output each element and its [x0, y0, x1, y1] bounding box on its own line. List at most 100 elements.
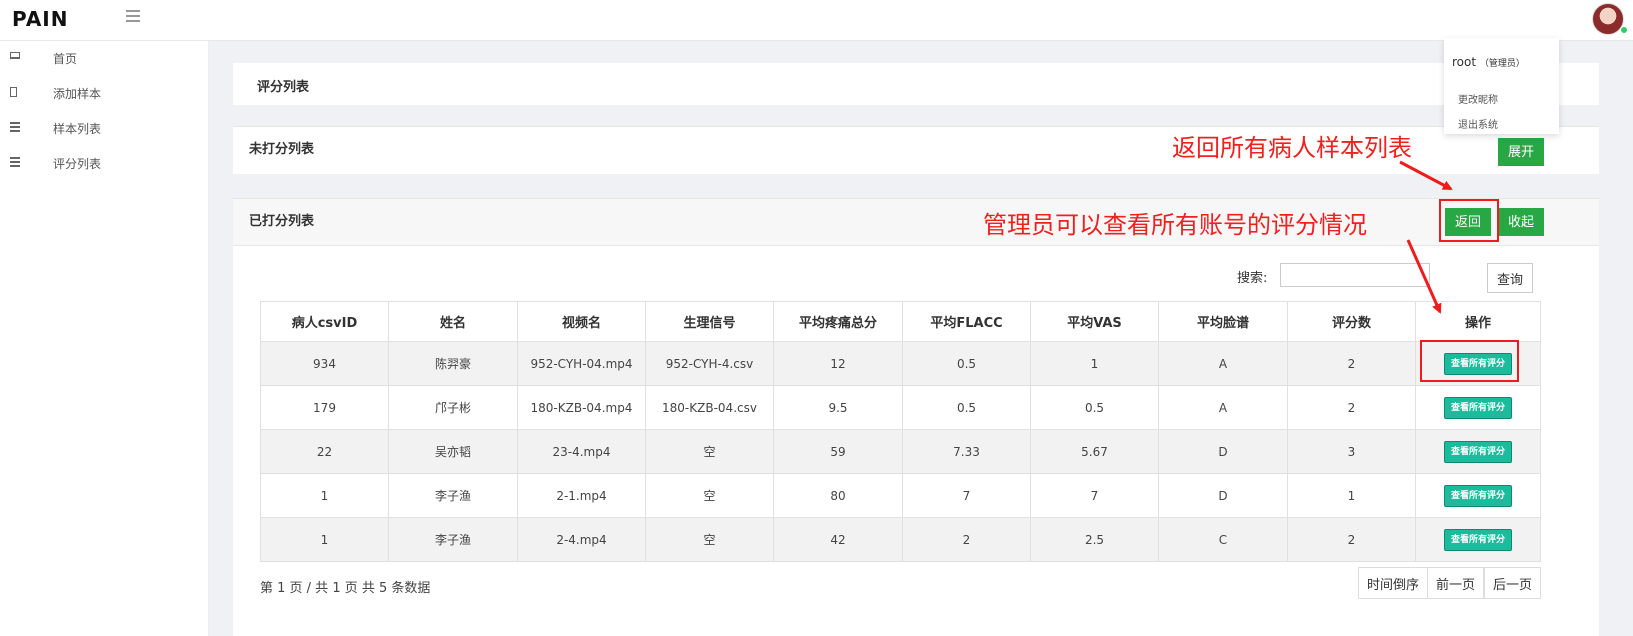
table-row: 1 李子渔 2-4.mp4 空 42 2 2.5 C 2 查看所有评分: [260, 517, 1541, 562]
search-input[interactable]: [1280, 263, 1430, 287]
table-cell: 查看所有评分: [1415, 429, 1541, 474]
column-header[interactable]: 平均VAS: [1030, 301, 1159, 342]
table-cell: 李子渔: [388, 473, 518, 518]
view-all-scores-button[interactable]: 查看所有评分: [1443, 440, 1512, 463]
next-page-button[interactable]: 后一页: [1484, 567, 1542, 599]
table-cell: 2-1.mp4: [517, 473, 646, 518]
table-cell: 3: [1287, 429, 1416, 474]
column-header[interactable]: 生理信号: [645, 301, 774, 342]
annotation-highlight-view-button: [1420, 340, 1519, 382]
sidebar-item-label: 添加样本: [53, 87, 102, 101]
scored-panel: 已打分列表 返回 收起 搜索: 查询 病人csvID 姓名 视频名 生理信号 平…: [233, 198, 1599, 636]
table-cell: 42: [773, 517, 903, 562]
annotation-return-note: 返回所有病人样本列表: [1172, 134, 1412, 162]
hamburger-icon[interactable]: [126, 10, 140, 24]
table-row: 179 邝子彬 180-KZB-04.mp4 180-KZB-04.csv 9.…: [260, 385, 1541, 430]
table-cell: A: [1158, 341, 1288, 386]
table-cell: 吴亦韬: [388, 429, 518, 474]
table-cell: 0.5: [902, 385, 1031, 430]
expand-button[interactable]: 展开: [1498, 138, 1545, 166]
user-dropdown-menu: root （管理员） 更改昵称 退出系统: [1444, 38, 1559, 134]
prev-page-button[interactable]: 前一页: [1427, 567, 1485, 599]
table-cell: 2: [1287, 517, 1416, 562]
table-cell: 59: [773, 429, 903, 474]
annotation-highlight-back-button: [1439, 199, 1499, 242]
annotation-admin-note: 管理员可以查看所有账号的评分情况: [983, 211, 1367, 239]
app-logo[interactable]: PAIN: [12, 7, 68, 31]
table-cell: 0.5: [902, 341, 1031, 386]
sidebar: 首页 添加样本 样本列表 评分列表: [0, 41, 209, 636]
view-all-scores-button[interactable]: 查看所有评分: [1443, 396, 1512, 419]
query-button[interactable]: 查询: [1487, 263, 1534, 293]
table-cell: 陈羿豪: [388, 341, 518, 386]
table-cell: 179: [260, 385, 389, 430]
table-cell: D: [1158, 473, 1288, 518]
column-header[interactable]: 姓名: [388, 301, 518, 342]
table-cell: 180-KZB-04.mp4: [517, 385, 646, 430]
table-cell: 1: [260, 517, 389, 562]
table-cell: 2: [1287, 385, 1416, 430]
table-cell: 5.67: [1030, 429, 1159, 474]
table-cell: 空: [645, 473, 774, 518]
table-cell: 查看所有评分: [1415, 473, 1541, 518]
table-cell: C: [1158, 517, 1288, 562]
table-cell: 查看所有评分: [1415, 517, 1541, 562]
list-icon: [10, 157, 20, 167]
sidebar-item-label: 首页: [53, 52, 78, 66]
collapse-button[interactable]: 收起: [1498, 208, 1545, 236]
unscored-panel-title: 未打分列表: [249, 142, 315, 157]
change-nickname-item[interactable]: 更改昵称: [1458, 91, 1498, 106]
sidebar-item-add-sample[interactable]: 添加样本: [0, 78, 209, 108]
table-cell: 邝子彬: [388, 385, 518, 430]
scored-panel-title: 已打分列表: [249, 214, 315, 229]
table-cell: 7: [902, 473, 1031, 518]
pagination-info: 第 1 页 / 共 1 页 共 5 条数据: [260, 581, 431, 596]
view-all-scores-button[interactable]: 查看所有评分: [1443, 528, 1512, 551]
table-cell: 22: [260, 429, 389, 474]
list-icon: [10, 122, 20, 132]
table-row: 22 吴亦韬 23-4.mp4 空 59 7.33 5.67 D 3 查看所有评…: [260, 429, 1541, 474]
table-cell: A: [1158, 385, 1288, 430]
table-cell: 12: [773, 341, 903, 386]
logo-text: PAIN: [12, 7, 69, 31]
document-icon: [10, 87, 17, 97]
table-cell: 952-CYH-4.csv: [645, 341, 774, 386]
table-cell: 查看所有评分: [1415, 385, 1541, 430]
scored-panel-header: [233, 199, 1599, 246]
table-cell: 空: [645, 517, 774, 562]
table-header-row: 病人csvID 姓名 视频名 生理信号 平均疼痛总分 平均FLACC 平均VAS…: [260, 301, 1541, 342]
column-header[interactable]: 平均FLACC: [902, 301, 1031, 342]
column-header: 操作: [1415, 301, 1541, 342]
sort-time-desc-button[interactable]: 时间倒序: [1358, 567, 1429, 599]
table-cell: 1: [1287, 473, 1416, 518]
table-cell: 7: [1030, 473, 1159, 518]
logout-item[interactable]: 退出系统: [1458, 116, 1498, 131]
column-header[interactable]: 病人csvID: [260, 301, 389, 342]
sidebar-item-label: 评分列表: [53, 157, 102, 171]
sidebar-item-score-list[interactable]: 评分列表: [0, 148, 209, 178]
scored-table: 病人csvID 姓名 视频名 生理信号 平均疼痛总分 平均FLACC 平均VAS…: [260, 301, 1541, 562]
table-cell: 2-4.mp4: [517, 517, 646, 562]
view-all-scores-button[interactable]: 查看所有评分: [1443, 484, 1512, 507]
table-cell: 23-4.mp4: [517, 429, 646, 474]
sidebar-item-home[interactable]: 首页: [0, 43, 209, 73]
column-header[interactable]: 平均疼痛总分: [773, 301, 903, 342]
column-header[interactable]: 视频名: [517, 301, 646, 342]
table-cell: 2: [902, 517, 1031, 562]
dropdown-username: root （管理员）: [1452, 55, 1525, 69]
table-cell: 0.5: [1030, 385, 1159, 430]
table-cell: 1: [1030, 341, 1159, 386]
sidebar-item-sample-list[interactable]: 样本列表: [0, 113, 209, 143]
table-cell: 180-KZB-04.csv: [645, 385, 774, 430]
column-header[interactable]: 评分数: [1287, 301, 1416, 342]
table-cell: 2.5: [1030, 517, 1159, 562]
column-header[interactable]: 平均脸谱: [1158, 301, 1288, 342]
search-label: 搜索:: [1237, 271, 1268, 286]
table-row: 934 陈羿豪 952-CYH-04.mp4 952-CYH-4.csv 12 …: [260, 341, 1541, 386]
table-cell: D: [1158, 429, 1288, 474]
table-cell: 9.5: [773, 385, 903, 430]
table-cell: 952-CYH-04.mp4: [517, 341, 646, 386]
table-cell: 1: [260, 473, 389, 518]
table-cell: 934: [260, 341, 389, 386]
home-icon: [10, 52, 20, 59]
